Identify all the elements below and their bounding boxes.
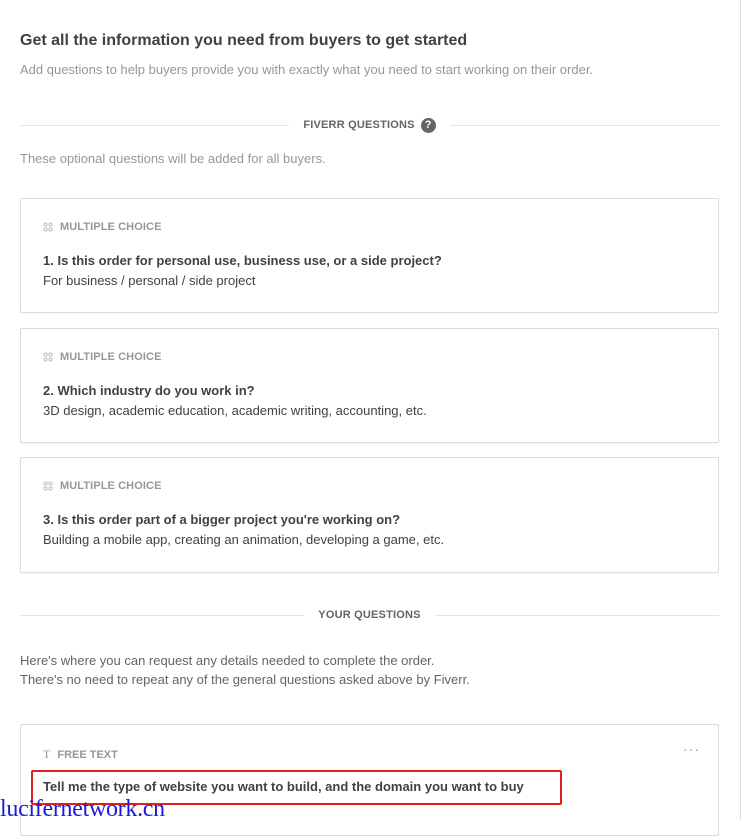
fiverr-questions-note: These optional questions will be added f… xyxy=(20,151,326,166)
divider-line-right xyxy=(449,124,720,126)
panel-edge xyxy=(740,0,741,820)
question-type-label: FREE TEXT xyxy=(57,748,118,761)
question-text: 1. Is this order for personal use, busin… xyxy=(43,253,442,268)
text-type-icon: T xyxy=(43,747,51,761)
question-type: MULTIPLE CHOICE xyxy=(43,221,162,233)
page-subtitle: Add questions to help buyers provide you… xyxy=(20,62,594,77)
multiple-choice-icon xyxy=(43,352,53,362)
divider-line-left xyxy=(20,614,305,616)
question-card-1[interactable]: MULTIPLE CHOICE 1. Is this order for per… xyxy=(20,198,719,313)
help-icon[interactable]: ? xyxy=(420,117,436,133)
your-questions-note-line-2: There's no need to repeat any of the gen… xyxy=(20,672,470,687)
your-questions-divider: YOUR QUESTIONS xyxy=(20,607,719,623)
question-card-2[interactable]: MULTIPLE CHOICE 2. Which industry do you… xyxy=(20,328,719,443)
multiple-choice-icon xyxy=(43,222,53,232)
multiple-choice-icon xyxy=(43,481,53,491)
question-answers: 3D design, academic education, academic … xyxy=(43,403,427,418)
your-questions-heading: YOUR QUESTIONS xyxy=(304,609,434,621)
your-questions-note-line-1: Here's where you can request any details… xyxy=(20,653,435,668)
page-title: Get all the information you need from bu… xyxy=(20,32,468,49)
question-text: Tell me the type of website you want to … xyxy=(43,779,524,794)
more-options-icon[interactable]: ··· xyxy=(683,741,700,757)
fiverr-questions-heading: FIVERR QUESTIONS ? xyxy=(289,117,449,133)
question-type: MULTIPLE CHOICE xyxy=(43,351,162,363)
question-type-label: MULTIPLE CHOICE xyxy=(60,351,162,363)
divider-line-left xyxy=(20,124,290,126)
question-type-label: MULTIPLE CHOICE xyxy=(60,221,162,233)
your-questions-label: YOUR QUESTIONS xyxy=(318,609,421,621)
question-text: 2. Which industry do you work in? xyxy=(43,383,255,398)
your-questions-note: Here's where you can request any details… xyxy=(20,651,470,689)
question-type: MULTIPLE CHOICE xyxy=(43,480,162,492)
watermark-text: lucifernetwork.cn xyxy=(0,796,165,822)
fiverr-questions-label: FIVERR QUESTIONS xyxy=(303,119,415,131)
divider-line-right xyxy=(434,614,719,616)
question-card-3[interactable]: MULTIPLE CHOICE 3. Is this order part of… xyxy=(20,457,719,573)
question-answers: Building a mobile app, creating an anima… xyxy=(43,532,445,547)
fiverr-questions-divider: FIVERR QUESTIONS ? xyxy=(20,117,720,133)
question-answers: For business / personal / side project xyxy=(43,273,256,288)
gig-requirements-page: Get all the information you need from bu… xyxy=(0,0,741,836)
question-text: 3. Is this order part of a bigger projec… xyxy=(43,512,401,527)
question-type-label: MULTIPLE CHOICE xyxy=(60,480,162,492)
question-type: T FREE TEXT xyxy=(43,747,118,762)
